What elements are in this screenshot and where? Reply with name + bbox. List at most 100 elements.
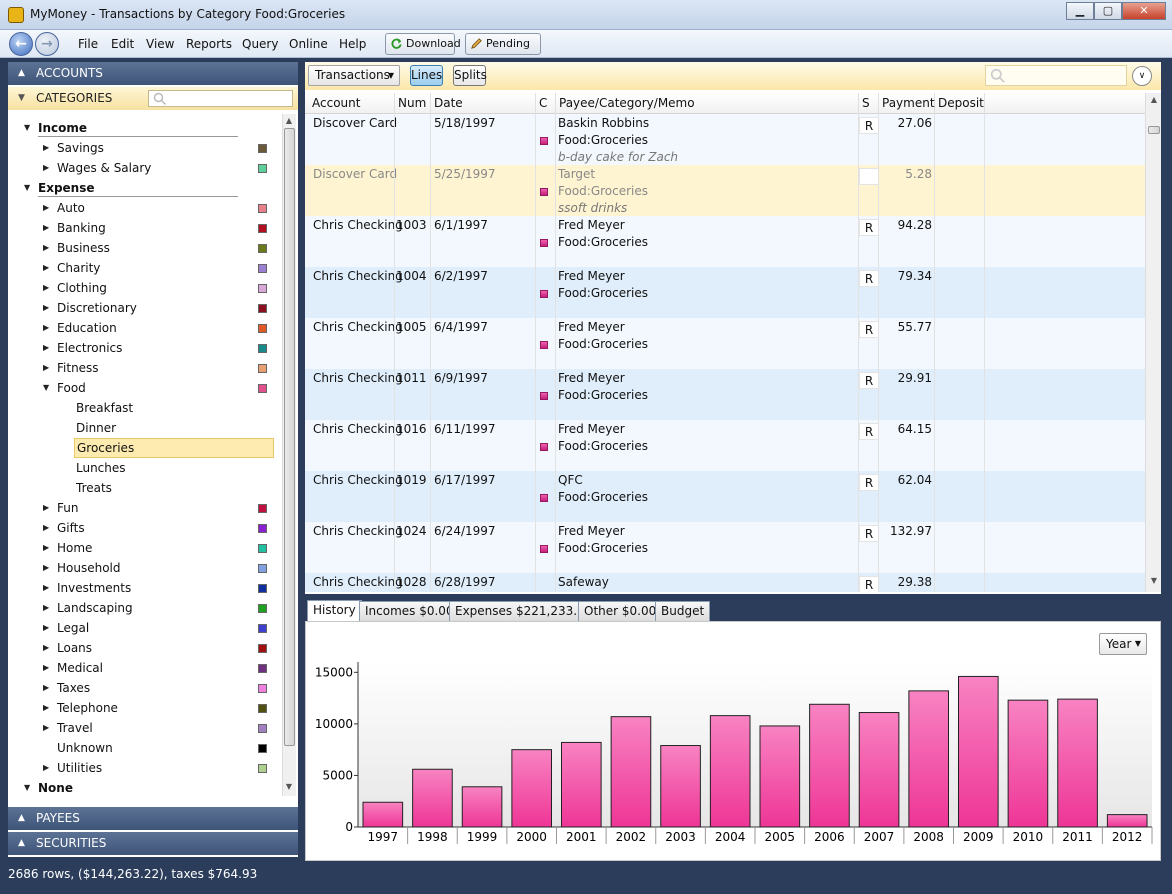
tree-item[interactable]: Lunches: [76, 458, 126, 478]
status-cell[interactable]: R: [859, 270, 879, 287]
grid-scroll-thumb[interactable]: [1148, 126, 1160, 134]
chart-bar[interactable]: [412, 768, 453, 828]
date-cell[interactable]: 5/25/1997: [434, 167, 496, 181]
table-row[interactable]: Chris Checking 1016 6/11/1997 Fred Meyer Foo…: [305, 420, 1145, 471]
collapsed-triangle-icon[interactable]: ▶: [43, 158, 49, 178]
payment-cell[interactable]: 5.28: [879, 167, 932, 181]
payment-cell[interactable]: 94.28: [879, 218, 932, 232]
chart-bar[interactable]: [1106, 814, 1148, 828]
tab-budget[interactable]: Budget: [655, 601, 711, 621]
collapsed-triangle-icon[interactable]: ▶: [43, 218, 49, 238]
chart-bar[interactable]: [958, 675, 999, 828]
num-cell[interactable]: 1004: [396, 269, 427, 283]
table-row[interactable]: Chris Checking 1011 6/9/1997 Fred Meyer Food…: [305, 369, 1145, 420]
tree-item[interactable]: ▼ Income: [24, 118, 238, 138]
category-color-swatch[interactable]: [258, 304, 267, 313]
category-color-swatch[interactable]: [258, 684, 267, 693]
num-cell[interactable]: 1024: [396, 524, 427, 538]
collapsed-triangle-icon[interactable]: ▶: [43, 578, 49, 598]
date-cell[interactable]: 6/4/1997: [434, 320, 488, 334]
chart-bar[interactable]: [461, 786, 503, 828]
date-cell[interactable]: 5/18/1997: [434, 116, 496, 130]
payment-cell[interactable]: 27.06: [879, 116, 932, 130]
chart-bar[interactable]: [759, 725, 801, 828]
tree-item[interactable]: ▶ Fitness: [43, 358, 99, 378]
category-color-swatch[interactable]: [258, 164, 267, 173]
expanded-triangle-icon[interactable]: ▼: [24, 778, 30, 796]
collapsed-triangle-icon[interactable]: ▶: [43, 298, 49, 318]
tab-history[interactable]: History: [307, 600, 362, 621]
table-row[interactable]: Chris Checking 1024 6/24/1997 Fred Meyer Foo…: [305, 522, 1145, 573]
tree-item[interactable]: ▶ Medical: [43, 658, 103, 678]
category-search-input[interactable]: [148, 90, 293, 107]
table-row[interactable]: Chris Checking 1003 6/1/1997 Fred Meyer Food…: [305, 216, 1145, 267]
status-cell[interactable]: R: [859, 117, 879, 134]
tree-item[interactable]: ▶ Auto: [43, 198, 85, 218]
back-arrow-icon[interactable]: ←: [9, 32, 33, 56]
download-button[interactable]: Download: [385, 33, 461, 55]
account-cell[interactable]: Chris Checking: [313, 422, 403, 436]
category-color-swatch[interactable]: [258, 384, 267, 393]
tab-other[interactable]: Other $0.00: [578, 601, 663, 621]
category-cell[interactable]: Food:Groceries: [558, 388, 648, 402]
payment-cell[interactable]: 29.91: [879, 371, 932, 385]
menu-query[interactable]: Query: [242, 37, 278, 51]
collapsed-triangle-icon[interactable]: ▶: [43, 318, 49, 338]
collapsed-triangle-icon[interactable]: ▶: [43, 338, 49, 358]
tree-item[interactable]: Unknown: [57, 738, 113, 758]
collapsed-triangle-icon[interactable]: ▶: [43, 658, 49, 678]
chart-bar[interactable]: [660, 745, 701, 828]
category-cell[interactable]: Food:Groceries: [558, 286, 648, 300]
account-cell[interactable]: Chris Checking: [313, 575, 403, 589]
tree-item[interactable]: ▶ Savings: [43, 138, 104, 158]
transaction-search-input[interactable]: [985, 65, 1127, 86]
account-cell[interactable]: Chris Checking: [313, 524, 403, 538]
category-color-swatch[interactable]: [258, 144, 267, 153]
tree-item[interactable]: ▶ Clothing: [43, 278, 107, 298]
category-color-swatch[interactable]: [258, 204, 267, 213]
column-header[interactable]: Payment: [879, 93, 935, 114]
maximize-button[interactable]: ▢: [1094, 2, 1122, 20]
collapsed-triangle-icon[interactable]: ▶: [43, 498, 49, 518]
menu-help[interactable]: Help: [339, 37, 366, 51]
category-cell[interactable]: Food:Groceries: [558, 337, 648, 351]
table-row[interactable]: Discover Card 5/18/1997 Baskin Robbins Food…: [305, 114, 1145, 165]
category-color-swatch[interactable]: [258, 344, 267, 353]
tree-item[interactable]: ▶ Education: [43, 318, 117, 338]
category-color-swatch[interactable]: [258, 504, 267, 513]
tree-item[interactable]: Treats: [76, 478, 112, 498]
table-row[interactable]: Chris Checking 1019 6/17/1997 QFC Food:Groce…: [305, 471, 1145, 522]
payee-cell[interactable]: QFC: [558, 473, 583, 487]
tree-item[interactable]: ▶ Banking: [43, 218, 106, 238]
collapsed-triangle-icon[interactable]: ▶: [43, 198, 49, 218]
collapsed-triangle-icon[interactable]: ▶: [43, 238, 49, 258]
scroll-down-icon[interactable]: ▼: [1148, 576, 1160, 585]
category-color-swatch[interactable]: [258, 644, 267, 653]
chart-bar[interactable]: [362, 801, 404, 828]
collapsed-triangle-icon[interactable]: ▶: [43, 618, 49, 638]
payment-cell[interactable]: 55.77: [879, 320, 932, 334]
payee-cell[interactable]: Fred Meyer: [558, 422, 625, 436]
collapsed-triangle-icon[interactable]: ▶: [43, 518, 49, 538]
tree-item[interactable]: ▶ Discretionary: [43, 298, 137, 318]
payee-cell[interactable]: Fred Meyer: [558, 218, 625, 232]
date-cell[interactable]: 6/9/1997: [434, 371, 488, 385]
tab-incomes[interactable]: Incomes $0.00: [359, 601, 460, 621]
tree-item[interactable]: ▶ Fun: [43, 498, 78, 518]
grid-scrollbar[interactable]: ▲ ▼: [1145, 93, 1161, 592]
tree-item[interactable]: ▶ Landscaping: [43, 598, 133, 618]
column-header[interactable]: Payee/Category/Memo: [556, 93, 859, 114]
payee-cell[interactable]: Target: [558, 167, 595, 181]
payment-cell[interactable]: 62.04: [879, 473, 932, 487]
payee-cell[interactable]: Fred Meyer: [558, 320, 625, 334]
account-cell[interactable]: Discover Card: [313, 167, 397, 181]
tree-item[interactable]: ▶ Wages & Salary: [43, 158, 151, 178]
tree-item[interactable]: ▶ Home: [43, 538, 92, 558]
collapsed-triangle-icon[interactable]: ▶: [43, 258, 49, 278]
date-cell[interactable]: 6/24/1997: [434, 524, 496, 538]
chart-bar[interactable]: [610, 716, 652, 828]
category-cell[interactable]: Food:Groceries: [558, 184, 648, 198]
category-cell[interactable]: Food:Groceries: [558, 235, 648, 249]
menu-view[interactable]: View: [146, 37, 174, 51]
tree-scrollbar[interactable]: ▲ ▼: [282, 114, 296, 796]
